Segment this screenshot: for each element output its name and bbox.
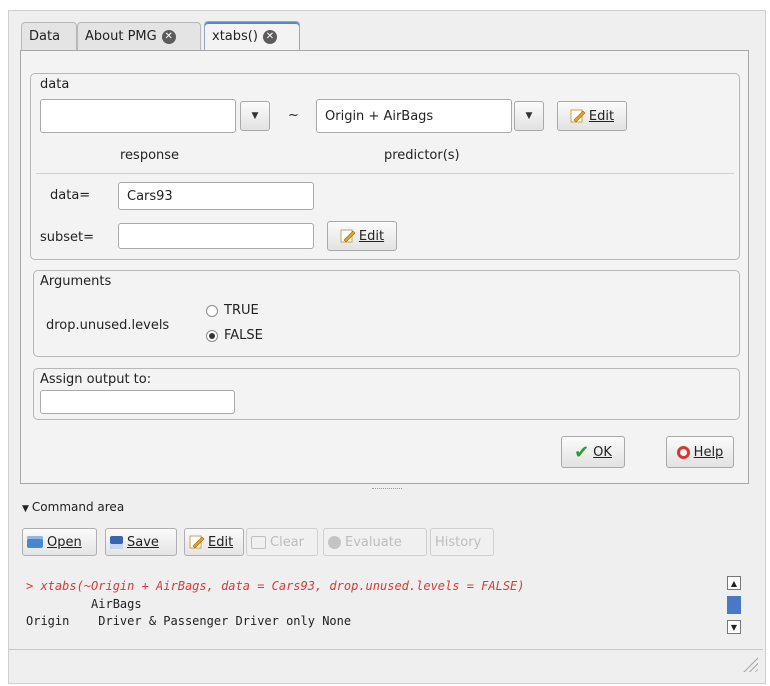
subset-input[interactable] [118,223,314,249]
tab-xtabs-label: xtabs() [212,29,258,44]
assign-output-label: Assign output to: [40,372,152,387]
clear-label: Clear [270,534,304,550]
chevron-down-icon: ▼ [525,111,533,121]
tab-data-label: Data [29,29,61,44]
subset-edit-button[interactable]: Edit [327,221,397,251]
edit-label: Edit [588,108,615,124]
tab-data[interactable]: Data [21,22,77,50]
help-label: Help [693,444,724,460]
command-area-label: Command area [31,500,125,514]
evaluate-label: Evaluate [345,534,402,550]
data-field-input[interactable]: Cars93 [118,182,314,210]
folder-open-icon [27,536,43,548]
chevron-down-icon: ▼ [251,111,259,121]
lifebuoy-icon [676,445,690,459]
command-area-expander[interactable]: ▼ Command area [22,500,124,514]
evaluate-button[interactable]: Evaluate [323,528,427,556]
close-tab-icon[interactable]: ✕ [161,29,176,44]
save-button[interactable]: Save [105,528,177,556]
open-button[interactable]: Open [22,528,97,556]
assign-output-input[interactable] [40,390,235,414]
clear-button[interactable]: Clear [246,528,318,556]
statusbar-divider [9,649,763,650]
gears-icon [328,535,341,549]
response-input[interactable] [40,99,236,133]
pane-handle[interactable] [372,488,402,491]
predictor-input[interactable]: Origin + AirBags [316,99,512,133]
scroll-up-arrow-icon[interactable]: ▲ [727,576,741,590]
radio-true[interactable] [206,305,218,317]
tab-about-pmg[interactable]: About PMG ✕ [77,22,201,50]
tab-xtabs[interactable]: xtabs() ✕ [204,21,300,51]
predictor-dropdown-button[interactable]: ▼ [514,101,544,131]
output-line-2: AirBags [26,597,142,611]
arguments-frame [33,270,740,357]
help-button[interactable]: Help [666,436,734,468]
command-line: > xtabs(~Origin + AirBags, data = Cars93… [26,579,525,593]
data-frame-label: data [40,77,70,92]
scroll-thumb[interactable] [727,596,741,614]
save-label: Save [127,534,159,550]
tab-about-pmg-label: About PMG [85,29,157,44]
ok-button[interactable]: ✔ OK [561,436,625,468]
tilde-separator: ~ [288,108,299,123]
pencil-icon [340,229,356,243]
history-label: History [435,534,482,550]
floppy-disk-icon [110,535,123,549]
edit-command-button[interactable]: Edit [184,528,244,556]
close-tab-icon[interactable]: ✕ [262,29,277,44]
radio-true-label: TRUE [224,303,259,318]
output-scrollbar[interactable]: ▲ ▼ [727,576,741,634]
data-field-label: data= [50,188,91,203]
subset-edit-label: Edit [358,228,385,244]
checkmark-icon: ✔ [574,441,590,463]
pencil-icon [570,109,586,123]
triangle-down-icon: ▼ [22,504,29,514]
scroll-down-arrow-icon[interactable]: ▼ [727,620,741,634]
radio-false-label: FALSE [224,328,263,343]
history-button[interactable]: History [430,528,494,556]
edit-command-label: Edit [208,534,234,550]
output-line-3: Origin Driver & Passenger Driver only No… [26,614,352,628]
clear-icon [251,535,266,549]
pencil-icon [189,535,205,549]
arguments-frame-label: Arguments [40,274,112,289]
response-dropdown-button[interactable]: ▼ [240,101,270,131]
drop-unused-levels-label: drop.unused.levels [46,318,170,333]
response-caption: response [120,148,180,163]
radio-false[interactable] [206,330,218,342]
open-label: Open [47,534,82,550]
subset-field-label: subset= [40,230,95,245]
divider [36,173,734,174]
predictor-edit-button[interactable]: Edit [557,101,627,131]
predictor-caption: predictor(s) [384,148,460,163]
ok-label: OK [593,444,612,460]
